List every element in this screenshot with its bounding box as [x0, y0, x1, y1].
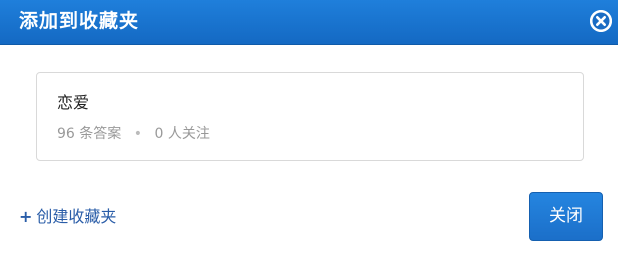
plus-icon: + — [19, 207, 33, 226]
create-collection-link[interactable]: + 创建收藏夹 — [19, 206, 116, 228]
meta-separator: • — [133, 126, 142, 142]
collection-item[interactable]: 恋爱 96 条答案 • 0 人关注 — [36, 72, 584, 161]
dialog-titlebar: 添加到收藏夹 — [0, 0, 618, 45]
dialog-title: 添加到收藏夹 — [19, 10, 140, 32]
close-button[interactable]: 关闭 — [529, 192, 603, 241]
collection-meta: 96 条答案 • 0 人关注 — [57, 125, 210, 143]
followers-label: 人关注 — [167, 126, 210, 142]
create-collection-label: 创建收藏夹 — [36, 207, 117, 226]
answers-label: 条答案 — [79, 126, 122, 142]
answers-count: 96 — [57, 126, 75, 142]
followers-count: 0 — [154, 126, 164, 142]
close-x-glyph — [590, 10, 612, 32]
close-icon[interactable] — [590, 10, 612, 32]
collection-name: 恋爱 — [57, 93, 90, 112]
add-to-favorites-dialog: 添加到收藏夹 恋爱 96 条答案 • 0 人关注 + 创建收藏夹 关闭 — [0, 0, 618, 258]
